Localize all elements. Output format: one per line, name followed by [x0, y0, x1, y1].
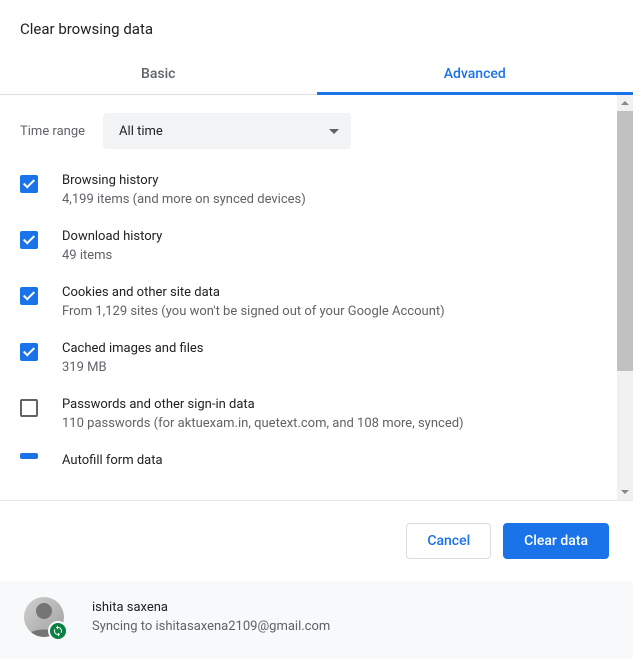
checkbox-browsing-history[interactable]	[20, 175, 38, 193]
item-title: Cookies and other site data	[62, 285, 445, 300]
time-range-select[interactable]: All time	[103, 113, 351, 149]
item-browsing-history: Browsing history 4,199 items (and more o…	[20, 173, 613, 207]
clear-browsing-data-dialog: Clear browsing data Basic Advanced Time …	[0, 0, 633, 659]
time-range-row: Time range All time	[20, 113, 613, 149]
item-title: Autofill form data	[62, 453, 163, 468]
dialog-title: Clear browsing data	[0, 0, 633, 54]
item-desc: 319 MB	[62, 360, 203, 375]
time-range-value: All time	[119, 124, 163, 139]
item-cached: Cached images and files 319 MB	[20, 341, 613, 375]
dialog-footer: Cancel Clear data	[0, 501, 633, 581]
scrollbar[interactable]	[617, 95, 633, 500]
item-download-history: Download history 49 items	[20, 229, 613, 263]
sync-icon	[48, 621, 68, 641]
avatar	[24, 597, 64, 637]
item-desc: From 1,129 sites (you won't be signed ou…	[62, 304, 445, 319]
item-title: Browsing history	[62, 173, 306, 188]
checkbox-download-history[interactable]	[20, 231, 38, 249]
scroll-down-icon[interactable]	[617, 484, 633, 500]
item-title: Passwords and other sign-in data	[62, 397, 464, 412]
item-passwords: Passwords and other sign-in data 110 pas…	[20, 397, 613, 431]
checkbox-passwords[interactable]	[20, 399, 38, 417]
checkbox-autofill[interactable]	[20, 453, 38, 459]
tab-basic[interactable]: Basic	[0, 54, 317, 94]
item-desc: 49 items	[62, 248, 162, 263]
scrollbar-thumb[interactable]	[617, 111, 633, 371]
scroll-area: Time range All time Browsing history 4,1…	[0, 95, 633, 501]
item-desc: 4,199 items (and more on synced devices)	[62, 192, 306, 207]
scroll-up-icon[interactable]	[617, 95, 633, 111]
checkbox-cookies[interactable]	[20, 287, 38, 305]
item-autofill: Autofill form data	[20, 453, 613, 468]
item-title: Cached images and files	[62, 341, 203, 356]
item-desc: 110 passwords (for aktuexam.in, quetext.…	[62, 416, 464, 431]
chevron-down-icon	[329, 129, 339, 134]
item-cookies: Cookies and other site data From 1,129 s…	[20, 285, 613, 319]
account-row: ishita saxena Syncing to ishitasaxena210…	[0, 581, 633, 659]
checkbox-cached[interactable]	[20, 343, 38, 361]
time-range-label: Time range	[20, 124, 85, 139]
tabs: Basic Advanced	[0, 54, 633, 95]
account-name: ishita saxena	[92, 600, 330, 615]
tab-advanced[interactable]: Advanced	[317, 54, 633, 94]
clear-data-button[interactable]: Clear data	[503, 523, 609, 559]
item-title: Download history	[62, 229, 162, 244]
cancel-button[interactable]: Cancel	[406, 523, 491, 559]
account-status: Syncing to ishitasaxena2109@gmail.com	[92, 619, 330, 634]
